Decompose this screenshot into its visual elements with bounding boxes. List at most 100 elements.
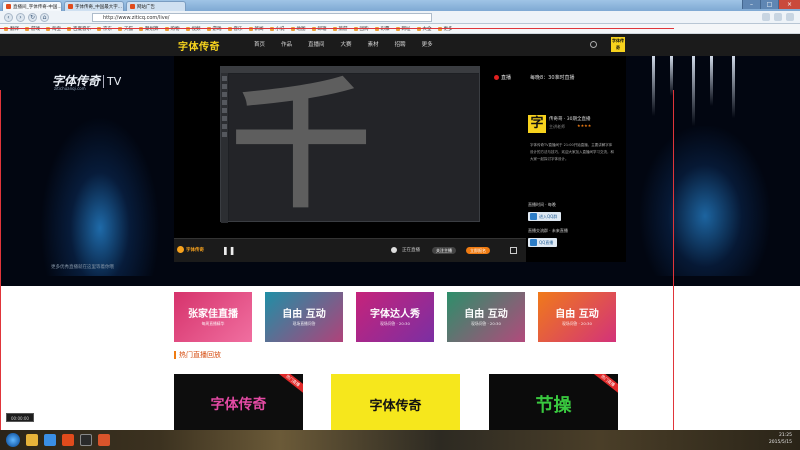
forward-icon[interactable]: ›	[16, 12, 25, 22]
thumbnail-title: 字体传奇	[369, 398, 422, 414]
avatar[interactable]: 字	[528, 115, 546, 133]
thumbnail-title: 节操	[535, 395, 572, 416]
join-qq-group-button[interactable]: 进入QQ群	[528, 212, 562, 221]
replay-thumbnail[interactable]: 字体传奇 热门直播	[174, 374, 303, 430]
browser-tabstrip: 直播间_字体传奇-中国... 字体传奇_中国最大字... 网站广告	[0, 0, 800, 11]
browser-tab[interactable]: 直播间_字体传奇-中国...	[2, 1, 62, 11]
home-icon[interactable]: ⌂	[40, 12, 49, 22]
browser-icon[interactable]	[44, 434, 56, 446]
promo-subtitle: 现场问答 · 20:30	[380, 320, 410, 326]
promo-subtitle: 现场问答 · 20:30	[471, 320, 501, 326]
promo-card[interactable]: 张家佳直播 每周直播精华	[174, 292, 252, 342]
section-title: 热门直播回放	[174, 350, 221, 360]
live-dot-icon	[494, 75, 499, 80]
browser-tab[interactable]: 字体传奇_中国最大字...	[64, 1, 124, 11]
illustrator-icon[interactable]	[98, 434, 110, 446]
menu-icon[interactable]	[762, 13, 770, 21]
rating-stars: ★★★★	[577, 123, 592, 128]
group-line: 直播交流群 · 未来直播	[528, 228, 568, 233]
player-controls: 字体传奇 ❚❚ 正在直播 关注主播 立即报名	[174, 238, 526, 262]
site-nav-item[interactable]: 更多	[414, 34, 441, 56]
extension-icon[interactable]	[774, 13, 782, 21]
browser-tab[interactable]: 网站广告	[126, 1, 186, 11]
login-badge[interactable]: 字体传奇	[611, 37, 625, 52]
screen: 直播间_字体传奇-中国... 字体传奇_中国最大字... 网站广告 – □ × …	[0, 0, 800, 450]
replay-thumbnail[interactable]: 节操 热门直播	[489, 374, 618, 430]
back-icon[interactable]: ‹	[4, 12, 13, 22]
site-nav: 首页 作品 直播间 大赛 素材 招聘 更多	[246, 34, 441, 56]
promo-title: 自由 互动	[282, 308, 326, 320]
qq-live-button[interactable]: QQ直播	[528, 238, 558, 247]
promo-subtitle: 现场直播问答	[292, 320, 316, 326]
settings-icon[interactable]	[786, 13, 794, 21]
window-controls: – □ ×	[742, 0, 800, 9]
taskbar: 21:25 2015/5/15	[0, 430, 800, 450]
site-nav-item[interactable]: 作品	[273, 34, 300, 56]
promo-title: 自由 互动	[555, 308, 599, 320]
volume-icon[interactable]	[391, 247, 397, 253]
replay-thumbnail[interactable]: 字体传奇	[331, 374, 460, 430]
promo-card[interactable]: 字体达人秀 现场问答 · 20:30	[356, 292, 434, 342]
app-icon[interactable]	[62, 434, 74, 446]
browser-toolbar-icons	[762, 13, 794, 21]
schedule-line: 直播时间 · 每晚	[528, 202, 556, 207]
signup-button[interactable]: 立即报名	[466, 247, 490, 254]
promo-card[interactable]: 自由 互动 现场问答 · 20:30	[447, 292, 525, 342]
minimize-icon[interactable]: –	[742, 0, 760, 9]
live-indicator: 直播	[494, 74, 511, 81]
thumbnail-title: 字体传奇	[210, 397, 267, 413]
player-status: 正在直播	[402, 248, 420, 253]
search-icon[interactable]	[590, 41, 597, 48]
site-header: 字体传奇 首页 作品 直播间 大赛 素材 招聘 更多 字体传奇	[0, 34, 800, 56]
site-nav-item[interactable]: 素材	[360, 34, 387, 56]
tv-logo-subtitle: zitichuanqi.com	[54, 86, 86, 91]
promo-title: 张家佳直播	[188, 308, 238, 320]
player-app-icon[interactable]	[80, 434, 92, 446]
host-name[interactable]: 传奇哥 · 30期全直播	[549, 116, 591, 122]
promo-title: 字体达人秀	[370, 308, 420, 320]
maximize-icon[interactable]: □	[760, 0, 778, 9]
follow-button[interactable]: 关注主播	[432, 247, 456, 254]
video-player[interactable]: 千青 字体传奇 ❚❚ 正在直播 关注主播 立即报名	[174, 56, 526, 262]
banner-caption: 更多优秀直播就在这里等着你哦	[51, 265, 114, 270]
refresh-icon[interactable]: ↻	[28, 12, 37, 22]
close-icon[interactable]: ×	[778, 0, 800, 9]
promo-subtitle: 现场问答 · 20:30	[562, 320, 592, 326]
section-marker	[174, 351, 176, 359]
host-panel-title: 每晚8：30准时直播	[530, 75, 575, 81]
address-bar[interactable]: http://www.ziticq.com/live/	[92, 12, 432, 22]
site-nav-item[interactable]: 招聘	[387, 34, 414, 56]
glyph-artwork: 千青	[231, 74, 371, 221]
site-nav-item[interactable]: 直播间	[300, 34, 333, 56]
promo-card[interactable]: 自由 互动 现场问答 · 20:30	[538, 292, 616, 342]
promo-title: 自由 互动	[464, 308, 508, 320]
folder-icon[interactable]	[26, 434, 38, 446]
pause-icon[interactable]: ❚❚	[222, 246, 235, 255]
fullscreen-icon[interactable]	[510, 247, 517, 254]
promo-card[interactable]: 自由 互动 现场直播问答	[265, 292, 343, 342]
host-description: 字体传奇TV直播间于 21:00开始直播，主要讲解字体设计的方法与技巧，欢迎大家…	[530, 143, 614, 161]
site-nav-item[interactable]: 大赛	[333, 34, 360, 56]
system-tray-clock[interactable]: 21:25 2015/5/15	[769, 432, 792, 446]
editor-toolbar	[221, 67, 479, 73]
site-favicon-icon	[130, 4, 135, 9]
promo-row: 张家佳直播 每周直播精华 自由 互动 现场直播问答 字体达人秀 现场问答 · 20:30 自…	[174, 292, 616, 342]
editor-canvas: 千青	[229, 74, 479, 221]
bookmarks-bar: 翻译 游戏 淘宝 百度音乐 京东 天猫 聚划算 购物 视频 游戏 音乐 新闻 小说 地图 邮箱 旅游 团购 彩票网…	[0, 24, 800, 34]
site-favicon-icon	[68, 4, 73, 9]
start-button[interactable]	[6, 433, 20, 447]
banner-glow	[640, 126, 770, 276]
web-page: 字体传奇 首页 作品 直播间 大赛 素材 招聘 更多 字体传奇 字体传奇 TV zitichu…	[0, 34, 800, 430]
brand-logo-icon	[177, 246, 184, 253]
site-nav-item[interactable]: 首页	[246, 34, 273, 56]
banner-glow	[40, 116, 160, 276]
host-meta: 主讲老师	[549, 124, 565, 129]
recording-timecode: 00:00:00	[6, 413, 34, 422]
video-frame: 千青	[220, 66, 480, 223]
editor-tools	[221, 73, 228, 223]
annotation-line	[0, 28, 674, 29]
site-logo[interactable]: 字体传奇	[178, 38, 220, 53]
browser-navbar: ‹ › ↻ ⌂ http://www.ziticq.com/live/	[0, 11, 800, 24]
player-brand: 字体传奇	[177, 246, 204, 253]
promo-subtitle: 每周直播精华	[201, 320, 225, 326]
